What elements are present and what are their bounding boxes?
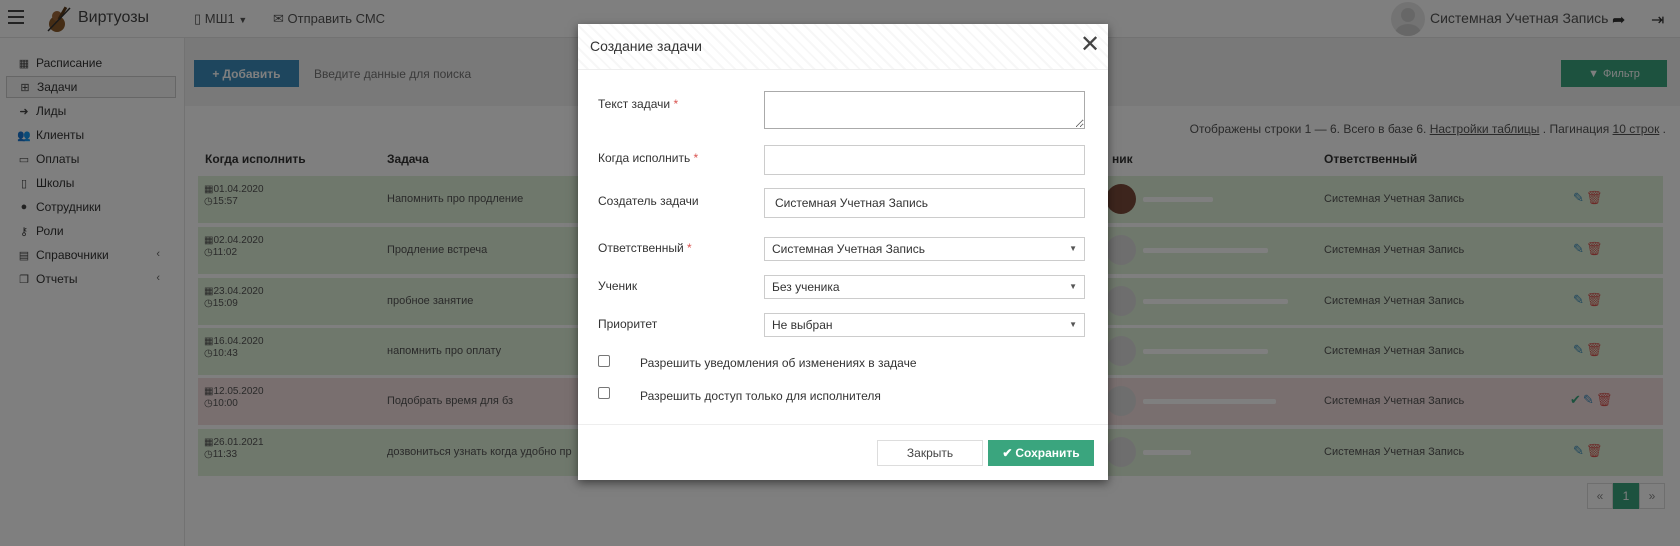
modal-title: Создание задачи <box>590 38 702 54</box>
close-icon[interactable]: ✕ <box>1080 33 1100 57</box>
priority-select[interactable]: Не выбран ▼ <box>764 313 1085 337</box>
modal-header: Создание задачи ✕ <box>578 24 1108 70</box>
student-label: Ученик <box>598 279 638 293</box>
student-select[interactable]: Без ученика ▼ <box>764 275 1085 299</box>
due-date-input[interactable] <box>764 145 1085 175</box>
modal-footer: Закрыть ✔ Сохранить <box>578 424 1108 480</box>
save-label: Сохранить <box>1015 446 1080 460</box>
required-mark: * <box>673 97 679 111</box>
close-button[interactable]: Закрыть <box>877 440 983 466</box>
caret-down-icon: ▼ <box>1069 282 1077 291</box>
caret-down-icon: ▼ <box>1069 244 1077 253</box>
notify-changes-checkbox[interactable] <box>598 355 610 367</box>
executor-only-checkbox[interactable] <box>598 387 610 399</box>
task-text-input[interactable] <box>764 91 1085 129</box>
responsible-select-value: Системная Учетная Запись <box>772 242 925 256</box>
notify-changes-label[interactable]: Разрешить уведомления об изменениях в за… <box>640 356 917 370</box>
task-text-label: Текст задачи * <box>598 97 678 111</box>
creator-input[interactable] <box>764 188 1085 218</box>
create-task-modal: Создание задачи ✕ Текст задачи * Когда и… <box>578 24 1108 480</box>
required-mark: * <box>693 151 699 165</box>
responsible-label-text: Ответственный <box>598 241 684 255</box>
when-label-text: Когда исполнить <box>598 151 691 165</box>
priority-select-value: Не выбран <box>772 318 833 332</box>
check-icon: ✔ <box>1002 446 1013 460</box>
save-button[interactable]: ✔ Сохранить <box>988 440 1094 466</box>
when-label: Когда исполнить * <box>598 151 698 165</box>
priority-label: Приоритет <box>598 317 658 331</box>
required-mark: * <box>687 241 692 255</box>
caret-down-icon: ▼ <box>1069 320 1077 329</box>
creator-label: Создатель задачи <box>598 194 699 208</box>
responsible-label: Ответственный * <box>598 241 692 255</box>
responsible-select[interactable]: Системная Учетная Запись ▼ <box>764 237 1085 261</box>
executor-only-label[interactable]: Разрешить доступ только для исполнителя <box>640 389 881 403</box>
student-select-value: Без ученика <box>772 280 840 294</box>
task-text-label-text: Текст задачи <box>598 97 671 111</box>
